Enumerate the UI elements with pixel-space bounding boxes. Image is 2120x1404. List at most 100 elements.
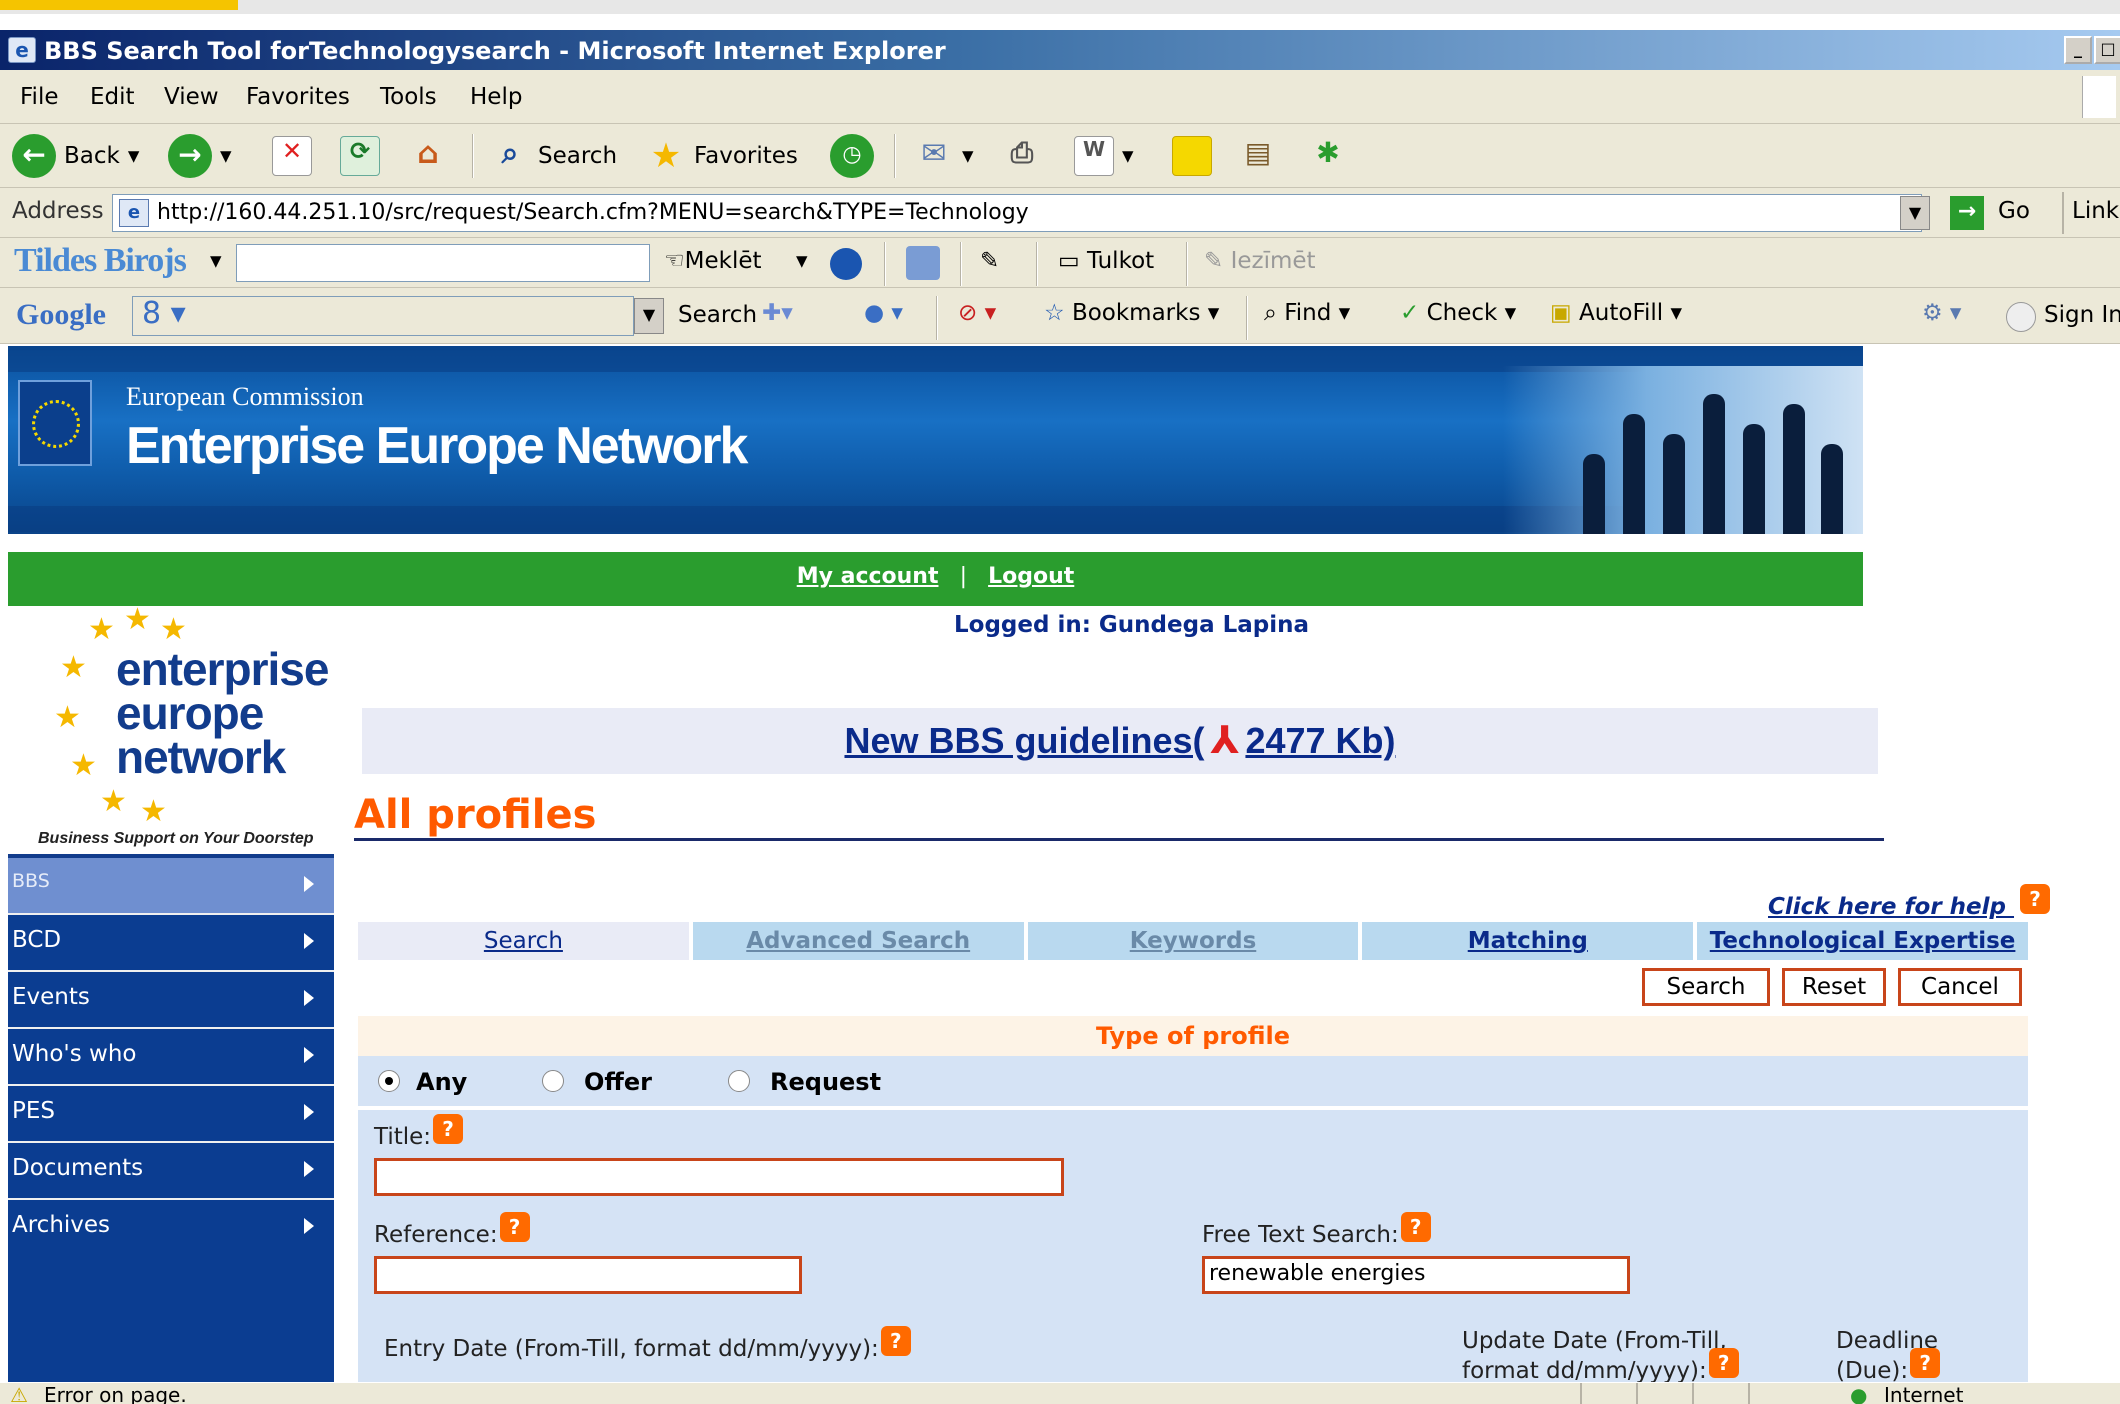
tab-matching[interactable]: Matching bbox=[1362, 922, 1694, 960]
links-button[interactable]: Links bbox=[2072, 198, 2120, 224]
research-button[interactable]: ▤ bbox=[1238, 136, 1278, 174]
forward-dropdown-icon[interactable]: ▾ bbox=[220, 143, 232, 169]
cancel-button[interactable]: Cancel bbox=[1898, 968, 2022, 1006]
wrench-icon[interactable]: ⚙ ▾ bbox=[1922, 300, 1961, 326]
forward-button[interactable]: → ▾ bbox=[168, 134, 232, 178]
logout-link[interactable]: Logout bbox=[988, 564, 1074, 589]
autofill-button[interactable]: ▣ AutoFill ▾ bbox=[1550, 300, 1682, 326]
reference-input[interactable] bbox=[374, 1256, 802, 1294]
radio-offer[interactable] bbox=[542, 1070, 564, 1092]
mail-dropdown-icon[interactable]: ▾ bbox=[962, 143, 974, 169]
status-divider bbox=[1692, 1383, 1694, 1404]
tildes-logo: Tildes Birojs bbox=[14, 242, 187, 279]
plus-icon[interactable]: ✚▾ bbox=[762, 300, 793, 326]
tab-keywords[interactable]: Keywords bbox=[1027, 922, 1359, 960]
help-link-label: Click here for help bbox=[1768, 894, 2006, 920]
menu-tools[interactable]: Tools bbox=[380, 84, 437, 110]
popup-blocker-icon[interactable]: ⊘ ▾ bbox=[958, 300, 996, 326]
side-nav-item-events[interactable]: Events bbox=[8, 972, 334, 1029]
help-icon[interactable]: ? bbox=[1400, 1212, 1431, 1242]
minimize-icon[interactable]: _ bbox=[2064, 36, 2092, 64]
dictionary-icon[interactable] bbox=[906, 246, 940, 280]
printer-icon: ⎙ bbox=[1010, 136, 1034, 169]
tildes-input[interactable] bbox=[236, 244, 650, 282]
title-field-label: Title:? bbox=[374, 1114, 464, 1150]
favorites-button[interactable]: ★ Favorites bbox=[646, 136, 798, 176]
search-icon: ⌕ bbox=[501, 136, 519, 171]
translate-button[interactable]: ▭ Tulkot bbox=[1058, 248, 1154, 274]
help-icon[interactable]: ? bbox=[1708, 1348, 1739, 1378]
sign-in-button[interactable]: Sign In bbox=[2044, 302, 2120, 328]
back-arrow-icon: ← bbox=[12, 134, 56, 178]
logo-star: ★ bbox=[100, 784, 127, 819]
menu-help[interactable]: Help bbox=[470, 84, 522, 110]
menu-favorites[interactable]: Favorites bbox=[246, 84, 350, 110]
search-button[interactable]: ⌕ Search bbox=[490, 136, 617, 174]
go-arrow-icon[interactable]: → bbox=[1950, 196, 1984, 230]
address-input[interactable]: e http://160.44.251.10/src/request/Searc… bbox=[112, 194, 1922, 232]
radio-request[interactable] bbox=[728, 1070, 750, 1092]
google-search-input[interactable] bbox=[132, 296, 634, 336]
side-nav-label: BCD bbox=[12, 927, 62, 953]
find-button[interactable]: ⌕ Find ▾ bbox=[1264, 300, 1350, 326]
side-nav-item-bcd[interactable]: BCD bbox=[8, 915, 334, 972]
refresh-button[interactable]: ⟳ bbox=[340, 136, 380, 176]
title-input[interactable] bbox=[374, 1158, 1064, 1196]
radio-offer-label: Offer bbox=[584, 1068, 652, 1096]
back-dropdown-icon[interactable]: ▾ bbox=[128, 143, 140, 169]
reset-button[interactable]: Reset bbox=[1782, 968, 1886, 1006]
reference-field-label: Reference:? bbox=[374, 1212, 530, 1248]
check-button[interactable]: ✓ Check ▾ bbox=[1400, 300, 1516, 326]
stop-button[interactable]: ✕ bbox=[272, 136, 312, 176]
discuss-button[interactable] bbox=[1172, 136, 1212, 176]
address-dropdown-icon[interactable]: ▼ bbox=[1900, 196, 1930, 230]
highlight-button[interactable]: ✎ Iezīmēt bbox=[1204, 248, 1316, 274]
eraser-icon[interactable]: ✎ bbox=[980, 248, 999, 274]
google-search-button[interactable]: Search bbox=[678, 302, 757, 328]
help-icon[interactable]: ? bbox=[880, 1326, 911, 1356]
help-icon[interactable]: ? bbox=[2020, 884, 2051, 914]
globe-icon[interactable] bbox=[830, 248, 862, 280]
menu-view[interactable]: View bbox=[164, 84, 219, 110]
guidelines-link[interactable]: New BBS guidelines( bbox=[844, 720, 1204, 762]
tab-technological-expertise[interactable]: Technological Expertise bbox=[1697, 922, 2028, 960]
edit-dropdown-icon[interactable]: ▾ bbox=[1122, 143, 1134, 169]
go-button[interactable]: Go bbox=[1998, 198, 2030, 224]
tab-advanced-search[interactable]: Advanced Search bbox=[692, 922, 1024, 960]
tildes-search-button[interactable]: ☜Meklēt bbox=[664, 248, 762, 274]
forward-arrow-icon: → bbox=[168, 134, 212, 178]
edit-button[interactable]: W ▾ bbox=[1074, 136, 1134, 176]
radio-any[interactable] bbox=[378, 1070, 400, 1092]
guidelines-size[interactable]: 2477 Kb) bbox=[1245, 720, 1395, 762]
search-button[interactable]: Search bbox=[1642, 968, 1770, 1006]
my-account-link[interactable]: My account bbox=[797, 564, 939, 589]
help-icon[interactable]: ? bbox=[433, 1114, 464, 1144]
maximize-icon[interactable]: □ bbox=[2094, 36, 2120, 64]
help-icon[interactable]: ? bbox=[499, 1212, 530, 1242]
meklet-dropdown-icon[interactable]: ▾ bbox=[796, 248, 808, 274]
menu-file[interactable]: File bbox=[20, 84, 59, 110]
back-button[interactable]: ← Back ▾ bbox=[12, 134, 140, 178]
side-nav-item-documents[interactable]: Documents bbox=[8, 1143, 334, 1200]
side-nav-item-pes[interactable]: PES bbox=[8, 1086, 334, 1143]
side-nav-item-bbs[interactable]: BBS bbox=[8, 858, 334, 915]
status-text[interactable]: Error on page. bbox=[44, 1383, 187, 1404]
mail-button[interactable]: ✉ ▾ bbox=[914, 136, 974, 174]
menu-edit[interactable]: Edit bbox=[90, 84, 135, 110]
warning-icon[interactable]: ⚠ bbox=[10, 1383, 28, 1404]
chat-icon[interactable]: ● ▾ bbox=[864, 300, 903, 326]
tildes-dropdown-icon[interactable]: ▾ bbox=[210, 248, 222, 274]
bookmarks-button[interactable]: ☆ Bookmarks ▾ bbox=[1044, 300, 1219, 326]
help-icon[interactable]: ? bbox=[1910, 1348, 1941, 1378]
google-search-dropdown-icon[interactable]: ▼ bbox=[634, 298, 664, 334]
free-text-search-input[interactable]: renewable energies bbox=[1202, 1256, 1630, 1294]
side-nav-item-whos-who[interactable]: Who's who bbox=[8, 1029, 334, 1086]
print-button[interactable]: ⎙ bbox=[1002, 136, 1042, 174]
home-button[interactable]: ⌂ bbox=[408, 136, 448, 174]
side-nav-item-archives[interactable]: Archives bbox=[8, 1200, 334, 1257]
history-button[interactable]: ◷ bbox=[830, 134, 874, 178]
help-link[interactable]: Click here for help ? bbox=[1768, 884, 2051, 920]
tab-search[interactable]: Search bbox=[358, 922, 689, 960]
messenger-button[interactable]: ✱ bbox=[1308, 136, 1348, 174]
mail-icon: ✉ bbox=[921, 136, 947, 171]
